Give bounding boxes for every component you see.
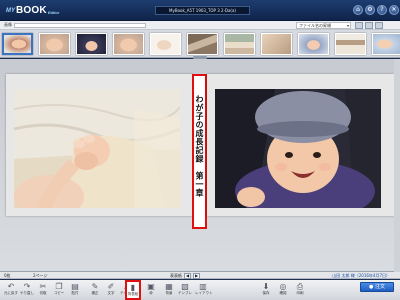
copy-tool-label: コピー [53, 291, 65, 295]
view-button[interactable] [365, 22, 373, 29]
cut-icon: ✂ [39, 282, 47, 291]
brush-tool-label: 補正 [91, 291, 99, 295]
thumbnail-5[interactable] [150, 32, 181, 55]
order-button[interactable]: ● 注文 [360, 282, 394, 292]
template-tool-label: テンプレ [178, 291, 192, 295]
logo-my: MY [6, 7, 15, 14]
document-title: MyBook_A5T 1903_TOP 3 2·Da(a) [155, 6, 250, 15]
strip-label: 画像 [4, 22, 12, 27]
bottom-toolbar: ● 注文 ↶元に戻す↷やり直し✂切取❐コピー▤貼付✎補正✐文字Aテキスト▮背表紙… [0, 280, 400, 300]
spine-title-box[interactable]: わが子の成長記録 第一章 [192, 74, 207, 229]
template-tool-button[interactable]: ▧ テンプレ [177, 281, 193, 299]
home-icon[interactable]: ⌂ [353, 5, 363, 15]
left-page[interactable] [6, 74, 193, 216]
pen-icon: ✐ [107, 282, 115, 291]
undo-tool-button[interactable]: ↶ 元に戻す [3, 281, 19, 299]
spine-tool-label: 背表紙 [127, 292, 139, 296]
save-tool-label: 保存 [262, 291, 270, 295]
preview-tool-label: 確認 [279, 291, 287, 295]
spine-tool-button[interactable]: ▮ 背表紙 [125, 280, 141, 300]
chevron-down-icon: ▾ [346, 23, 349, 28]
thumbnail-4[interactable] [113, 32, 144, 55]
vertical-scrollbar[interactable] [394, 59, 400, 272]
thumbnail-7[interactable] [224, 32, 255, 55]
thumbnail-9[interactable] [298, 32, 329, 55]
page-nav-label: 表表紙 [170, 272, 182, 278]
undo-icon: ↶ [7, 282, 15, 291]
frame-tool-label: 枠 [149, 291, 153, 295]
cut-tool-button[interactable]: ✂ 切取 [35, 281, 51, 299]
cut-tool-label: 切取 [39, 291, 47, 295]
sort-select-value: ファイル名の昇順 [299, 23, 331, 28]
right-page[interactable] [207, 74, 394, 216]
image-strip: 画像 ファイル名の昇順 ▾ [0, 21, 400, 59]
thumbnail-list [0, 31, 400, 56]
background-icon: ▦ [165, 282, 173, 291]
template-icon: ▧ [181, 282, 189, 291]
thumbnail-2[interactable] [39, 32, 70, 55]
thumbnail-11[interactable] [372, 32, 400, 55]
frame-icon: ▣ [147, 282, 155, 291]
pen-tool-label: 文字 [107, 291, 115, 295]
status-bar: 0枚 2ページ 表表紙 ◀ ▶ 山田 太郎 様（2016年4月7日） [0, 272, 400, 279]
page-navigation: 表表紙 ◀ ▶ [170, 272, 200, 279]
redo-icon: ↷ [23, 282, 31, 291]
help-icon[interactable]: ? [377, 5, 387, 15]
save-icon: ⬇ [262, 282, 270, 291]
preview-tool-button[interactable]: ◎ 確認 [275, 281, 291, 299]
frame-tool-button[interactable]: ▣ 枠 [143, 281, 159, 299]
copy-tool-button[interactable]: ❐ コピー [51, 281, 67, 299]
status-count: 0枚 [4, 273, 11, 278]
thumbnail-10[interactable] [335, 32, 366, 55]
photo-baby-hand-image [14, 89, 180, 208]
paste-icon: ▤ [71, 282, 79, 291]
thumbnail-1[interactable] [2, 32, 33, 55]
photo-baby-hand[interactable] [14, 89, 180, 208]
background-tool-label: 背景 [165, 291, 173, 295]
close-icon[interactable]: ✕ [389, 5, 399, 15]
undo-tool-label: 元に戻す [4, 291, 18, 295]
save-tool-button[interactable]: ⬇ 保存 [258, 281, 274, 299]
preview-icon: ◎ [279, 282, 287, 291]
strip-path-field[interactable] [14, 23, 146, 28]
spine-icon: ▮ [130, 283, 136, 292]
pen-tool-button[interactable]: ✐ 文字 [103, 281, 119, 299]
paste-tool-label: 貼付 [71, 291, 79, 295]
logo-book: BOOK [16, 5, 47, 16]
print-icon: ⎙ [296, 282, 304, 291]
next-page-button[interactable]: ▶ [193, 272, 200, 279]
background-tool-button[interactable]: ▦ 背景 [161, 281, 177, 299]
settings-icon[interactable]: ⚙ [365, 5, 375, 15]
brush-icon: ✎ [91, 282, 99, 291]
layout-tool-button[interactable]: ▥ レイアウト [195, 281, 213, 299]
print-tool-label: 印刷 [296, 291, 304, 295]
strip-toolbar: 画像 ファイル名の昇順 ▾ [0, 21, 400, 30]
logo-editor: Editor [47, 10, 60, 15]
editor-canvas: わが子の成長記録 第一章 [0, 59, 400, 272]
layout-tool-label: レイアウト [195, 291, 213, 295]
prev-page-button[interactable]: ◀ [184, 272, 191, 279]
print-tool-button[interactable]: ⎙ 印刷 [292, 281, 308, 299]
sort-select[interactable]: ファイル名の昇順 ▾ [296, 22, 351, 29]
spine-title: わが子の成長記録 第一章 [195, 95, 204, 197]
redo-tool-label: やり直し [20, 291, 34, 295]
thumbnail-6[interactable] [187, 32, 218, 55]
user-info: 山田 太郎 様（2016年4月7日） [332, 273, 390, 278]
redo-tool-button[interactable]: ↷ やり直し [19, 281, 35, 299]
brush-tool-button[interactable]: ✎ 補正 [87, 281, 103, 299]
status-pages: 2ページ [33, 273, 48, 278]
app-logo: MY BOOK Editor [6, 3, 59, 18]
photo-baby-smiling-image [215, 89, 381, 208]
layout-icon: ▥ [199, 282, 207, 291]
zoom-button[interactable] [375, 22, 383, 29]
title-bar: MY BOOK Editor MyBook_A5T 1903_TOP 3 2·D… [0, 0, 400, 21]
thumbnail-8[interactable] [261, 32, 292, 55]
paste-tool-button[interactable]: ▤ 貼付 [67, 281, 83, 299]
thumbnail-3[interactable] [76, 32, 107, 55]
add-folder-button[interactable] [355, 22, 363, 29]
copy-icon: ❐ [55, 282, 63, 291]
photo-baby-smiling[interactable] [215, 89, 381, 208]
